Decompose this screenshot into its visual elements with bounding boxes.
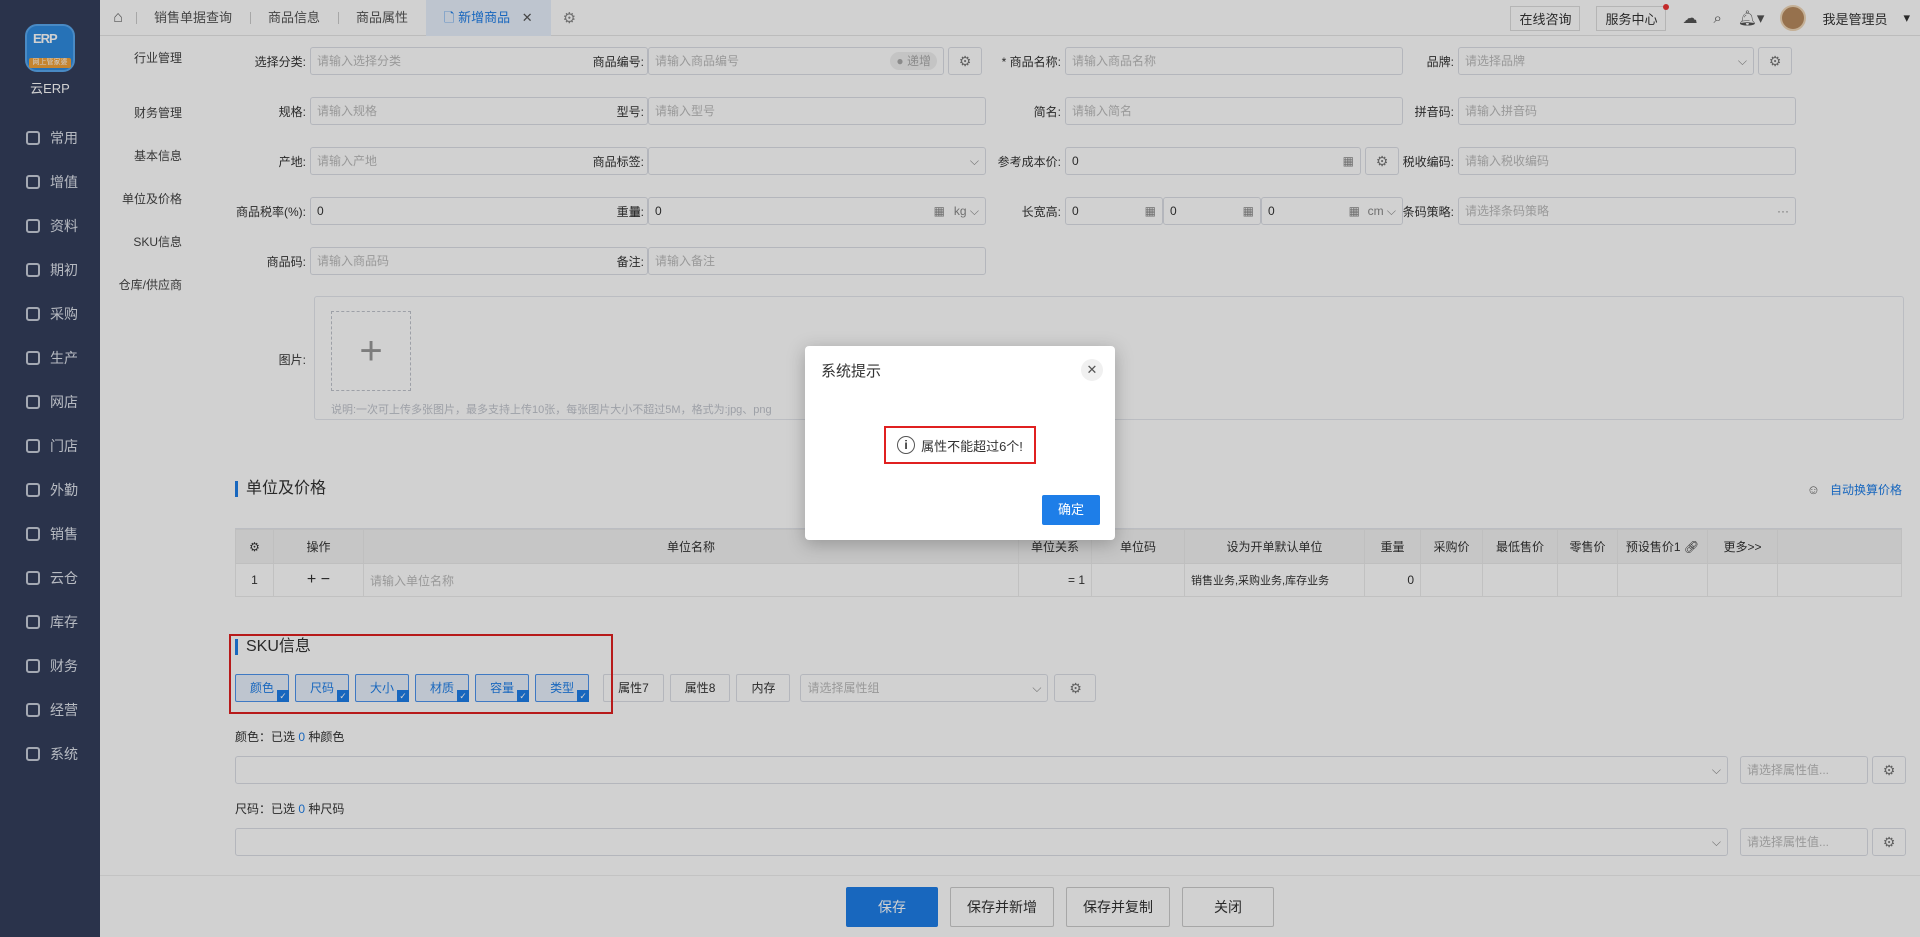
dialog-message-text: 属性不能超过6个! [921, 438, 1023, 454]
close-icon[interactable]: ✕ [1081, 359, 1103, 381]
info-icon: i [897, 436, 916, 454]
confirm-button[interactable]: 确定 [1042, 495, 1100, 525]
dialog-message: i 属性不能超过6个! [884, 426, 1036, 464]
system-alert-dialog: 系统提示 ✕ i 属性不能超过6个! 确定 [805, 346, 1115, 540]
dialog-title: 系统提示 [821, 363, 882, 380]
